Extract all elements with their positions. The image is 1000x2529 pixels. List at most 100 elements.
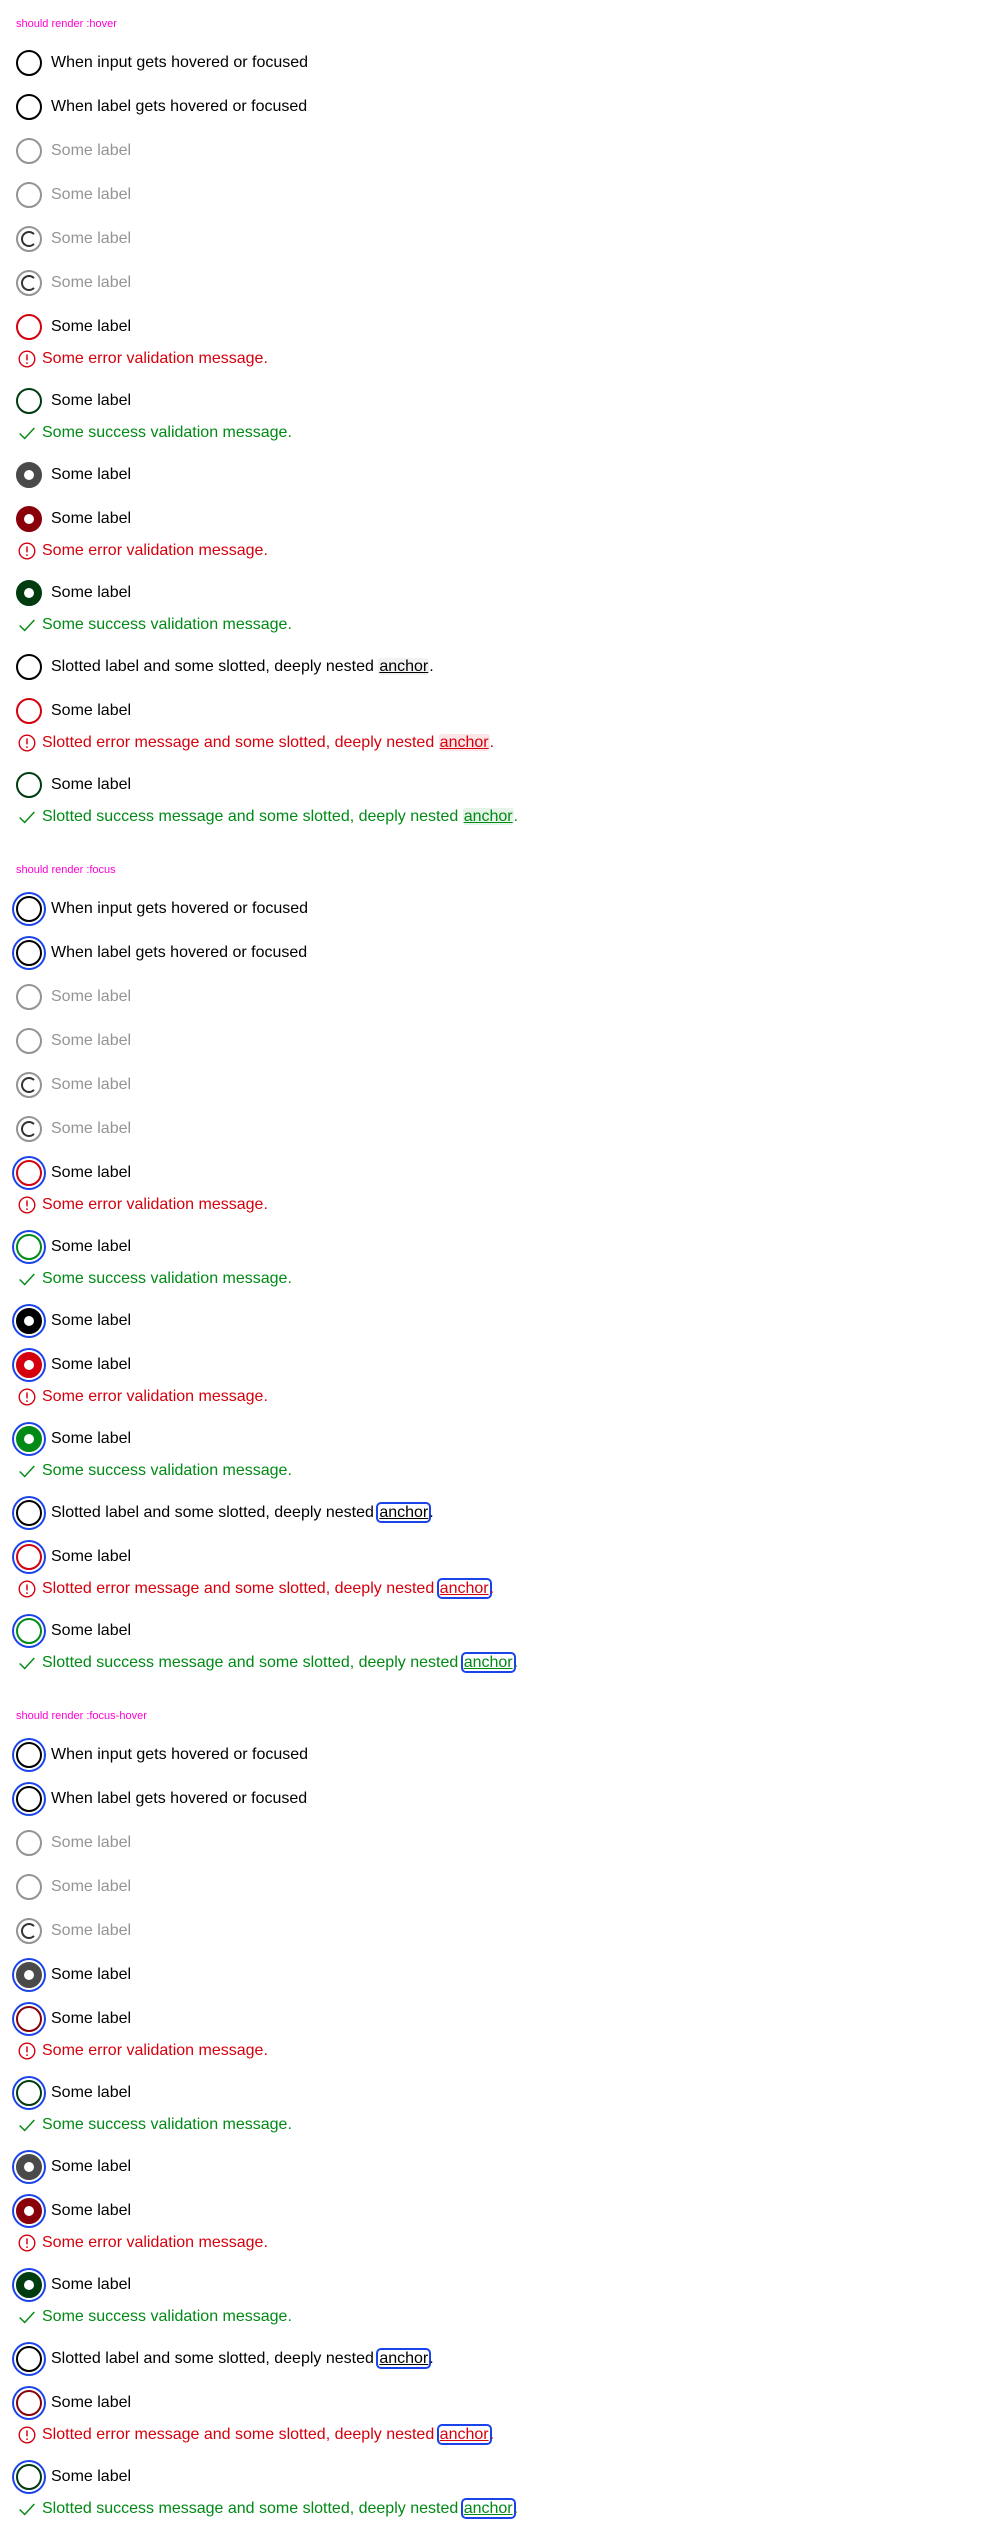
radio-button[interactable] (16, 182, 42, 208)
radio-row[interactable]: Some label (16, 1417, 984, 1461)
radio-label[interactable]: When label gets hovered or focused (51, 1790, 307, 1808)
radio-button[interactable] (16, 1234, 42, 1260)
radio-label[interactable]: Some label (51, 1878, 131, 1896)
radio-label[interactable]: Some label (51, 1834, 131, 1852)
radio-label[interactable]: Some label (51, 702, 131, 720)
radio-button[interactable] (16, 1786, 42, 1812)
radio-row[interactable]: Some label (16, 2189, 984, 2233)
radio-label[interactable]: Some label (51, 392, 131, 410)
radio-row[interactable]: Some label (16, 1609, 984, 1653)
radio-row[interactable]: Some label (16, 1063, 984, 1107)
radio-button[interactable] (16, 1308, 42, 1334)
radio-button[interactable] (16, 1116, 42, 1142)
radio-label[interactable]: Some label (51, 274, 131, 292)
radio-label[interactable]: Some label (51, 142, 131, 160)
radio-label[interactable]: Some label (51, 466, 131, 484)
radio-button[interactable] (16, 2464, 42, 2490)
radio-row[interactable]: Some label (16, 2455, 984, 2499)
radio-button[interactable] (16, 314, 42, 340)
anchor-link[interactable]: anchor (463, 1654, 514, 1671)
radio-row[interactable]: Some label (16, 1019, 984, 1063)
radio-label[interactable]: Some label (51, 318, 131, 336)
radio-button[interactable] (16, 984, 42, 1010)
radio-row[interactable]: Slotted label and some slotted, deeply n… (16, 1491, 984, 1535)
radio-label[interactable]: When input gets hovered or focused (51, 900, 308, 918)
radio-button[interactable] (16, 462, 42, 488)
radio-row[interactable]: Some label (16, 1299, 984, 1343)
anchor-link[interactable]: anchor (378, 1504, 429, 1521)
radio-label[interactable]: Some label (51, 1032, 131, 1050)
radio-row[interactable]: Some label (16, 689, 984, 733)
radio-button[interactable] (16, 654, 42, 680)
radio-row[interactable]: When label gets hovered or focused (16, 931, 984, 975)
radio-row[interactable]: When input gets hovered or focused (16, 41, 984, 85)
radio-label[interactable]: Some label (51, 1548, 131, 1566)
radio-button[interactable] (16, 388, 42, 414)
radio-button[interactable] (16, 2080, 42, 2106)
anchor-link[interactable]: anchor (439, 1580, 490, 1597)
radio-button[interactable] (16, 1918, 42, 1944)
radio-button[interactable] (16, 772, 42, 798)
radio-button[interactable] (16, 1426, 42, 1452)
radio-label[interactable]: Some label (51, 584, 131, 602)
radio-row[interactable]: Some label (16, 2071, 984, 2115)
radio-row[interactable]: Some label (16, 379, 984, 423)
radio-button[interactable] (16, 1962, 42, 1988)
radio-label[interactable]: Some label (51, 2158, 131, 2176)
radio-label[interactable]: Some label (51, 1120, 131, 1138)
radio-button[interactable] (16, 896, 42, 922)
radio-button[interactable] (16, 940, 42, 966)
radio-label[interactable]: Some label (51, 988, 131, 1006)
radio-label[interactable]: Slotted label and some slotted, deeply n… (51, 658, 434, 676)
anchor-link[interactable]: anchor (378, 658, 430, 675)
radio-row[interactable]: Some label (16, 453, 984, 497)
radio-label[interactable]: Some label (51, 1312, 131, 1330)
radio-button[interactable] (16, 1500, 42, 1526)
radio-label[interactable]: Some label (51, 1356, 131, 1374)
anchor-link[interactable]: anchor (378, 2350, 429, 2367)
radio-label[interactable]: Some label (51, 776, 131, 794)
radio-label[interactable]: Some label (51, 2202, 131, 2220)
radio-button[interactable] (16, 270, 42, 296)
radio-label[interactable]: When input gets hovered or focused (51, 1746, 308, 1764)
radio-row[interactable]: Some label (16, 1953, 984, 1997)
radio-button[interactable] (16, 2006, 42, 2032)
radio-button[interactable] (16, 2198, 42, 2224)
radio-button[interactable] (16, 1544, 42, 1570)
radio-row[interactable]: When label gets hovered or focused (16, 1777, 984, 1821)
radio-label[interactable]: Some label (51, 510, 131, 528)
radio-row[interactable]: Some label (16, 497, 984, 541)
radio-label[interactable]: Some label (51, 2084, 131, 2102)
radio-row[interactable]: Slotted label and some slotted, deeply n… (16, 2337, 984, 2381)
radio-label[interactable]: Some label (51, 2394, 131, 2412)
radio-button[interactable] (16, 1160, 42, 1186)
radio-label[interactable]: Some label (51, 230, 131, 248)
radio-row[interactable]: Some label (16, 763, 984, 807)
radio-button[interactable] (16, 2390, 42, 2416)
radio-row[interactable]: Some label (16, 1865, 984, 1909)
radio-label[interactable]: Some label (51, 2010, 131, 2028)
anchor-link[interactable]: anchor (438, 734, 490, 751)
radio-row[interactable]: Some label (16, 261, 984, 305)
radio-label[interactable]: When label gets hovered or focused (51, 98, 307, 116)
radio-label[interactable]: Some label (51, 1966, 131, 1984)
radio-label[interactable]: Some label (51, 1430, 131, 1448)
radio-button[interactable] (16, 1072, 42, 1098)
radio-row[interactable]: Some label (16, 1107, 984, 1151)
radio-row[interactable]: Some label (16, 1343, 984, 1387)
radio-button[interactable] (16, 138, 42, 164)
radio-row[interactable]: Slotted label and some slotted, deeply n… (16, 645, 984, 689)
radio-row[interactable]: Some label (16, 1225, 984, 1269)
radio-row[interactable]: Some label (16, 2145, 984, 2189)
radio-label[interactable]: When input gets hovered or focused (51, 54, 308, 72)
radio-label[interactable]: Slotted label and some slotted, deeply n… (51, 1504, 434, 1522)
radio-button[interactable] (16, 580, 42, 606)
radio-row[interactable]: Some label (16, 2381, 984, 2425)
radio-button[interactable] (16, 1352, 42, 1378)
radio-button[interactable] (16, 1874, 42, 1900)
anchor-link[interactable]: anchor (462, 808, 514, 825)
radio-row[interactable]: Some label (16, 1909, 984, 1953)
radio-label[interactable]: Some label (51, 1922, 131, 1940)
radio-row[interactable]: Some label (16, 129, 984, 173)
radio-button[interactable] (16, 2272, 42, 2298)
